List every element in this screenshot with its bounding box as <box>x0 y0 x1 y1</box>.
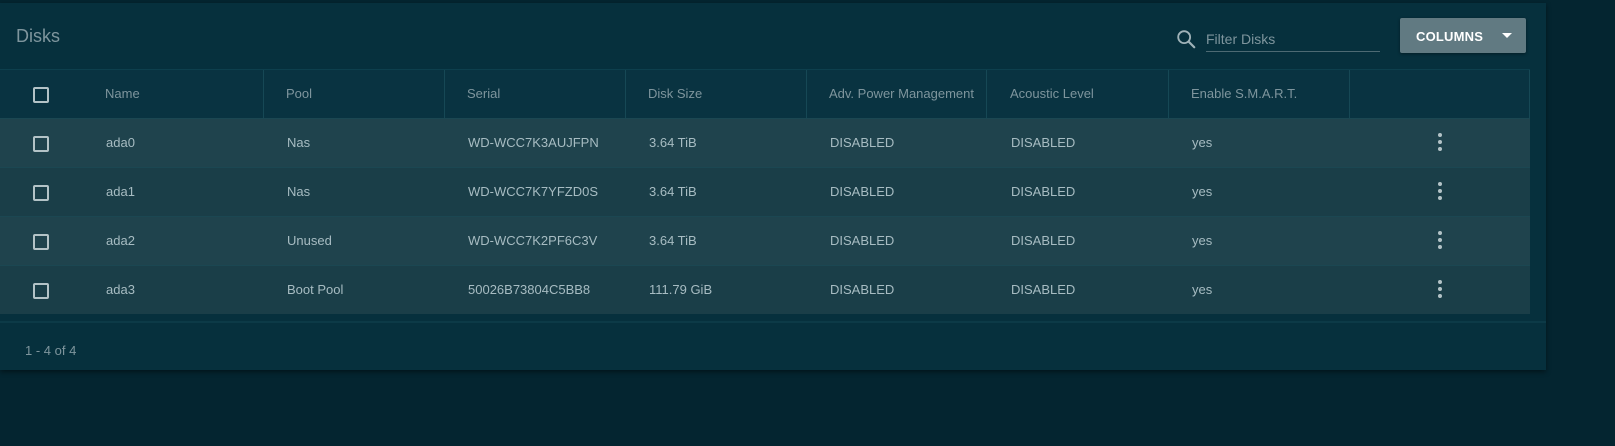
page-title: Disks <box>16 26 60 46</box>
cell-enable-smart: yes <box>1192 282 1213 297</box>
disks-card: Disks COLUMNS Name Pool Serial Disk Size… <box>0 3 1546 370</box>
cell-adv-power-management: DISABLED <box>830 135 895 150</box>
cell-disk-size: 3.64 TiB <box>649 135 697 150</box>
column-divider <box>1349 70 1350 118</box>
table-row[interactable]: ada3 Boot Pool 50026B73804C5BB8 111.79 G… <box>0 265 1530 314</box>
table-footer: 1 - 4 of 4 <box>0 321 1546 372</box>
cell-acoustic-level: DISABLED <box>1011 233 1076 248</box>
cell-adv-power-management: DISABLED <box>830 282 895 297</box>
column-divider <box>625 70 626 118</box>
column-divider <box>1529 70 1530 118</box>
column-header-pool[interactable]: Pool <box>286 70 312 118</box>
column-divider <box>986 70 987 118</box>
column-header-acoustic-level[interactable]: Acoustic Level <box>1010 70 1094 118</box>
table-header-row: Name Pool Serial Disk Size Adv. Power Ma… <box>0 69 1530 118</box>
table-row[interactable]: ada0 Nas WD-WCC7K3AUJFPN 3.64 TiB DISABL… <box>0 118 1530 167</box>
cell-disk-size: 3.64 TiB <box>649 184 697 199</box>
cell-pool: Boot Pool <box>287 282 344 297</box>
row-select-checkbox[interactable] <box>33 283 49 299</box>
cell-pool: Nas <box>287 135 311 150</box>
card-header: Disks COLUMNS <box>0 3 1546 69</box>
more-vertical-icon[interactable] <box>1434 182 1446 202</box>
columns-button[interactable]: COLUMNS <box>1400 18 1526 53</box>
select-all-checkbox[interactable] <box>33 87 49 103</box>
cell-acoustic-level: DISABLED <box>1011 282 1076 297</box>
more-vertical-icon[interactable] <box>1434 231 1446 251</box>
caret-down-icon <box>1502 33 1512 38</box>
cell-name: ada1 <box>106 184 135 199</box>
cell-adv-power-management: DISABLED <box>830 233 895 248</box>
column-divider <box>806 70 807 118</box>
cell-name: ada2 <box>106 233 135 248</box>
column-divider <box>1168 70 1169 118</box>
cell-disk-size: 3.64 TiB <box>649 233 697 248</box>
column-header-name[interactable]: Name <box>105 70 140 118</box>
column-divider <box>444 70 445 118</box>
cell-acoustic-level: DISABLED <box>1011 184 1076 199</box>
cell-serial: 50026B73804C5BB8 <box>468 282 591 297</box>
table-row[interactable]: ada2 Unused WD-WCC7K2PF6C3V 3.64 TiB DIS… <box>0 216 1530 265</box>
cell-serial: WD-WCC7K3AUJFPN <box>468 135 599 150</box>
row-select-checkbox[interactable] <box>33 136 49 152</box>
cell-disk-size: 111.79 GiB <box>649 282 713 297</box>
cell-name: ada0 <box>106 135 135 150</box>
disks-table: Name Pool Serial Disk Size Adv. Power Ma… <box>0 69 1530 314</box>
column-divider <box>263 70 264 118</box>
cell-enable-smart: yes <box>1192 184 1213 199</box>
column-header-enable-smart[interactable]: Enable S.M.A.R.T. <box>1191 70 1297 118</box>
cell-enable-smart: yes <box>1192 233 1213 248</box>
cell-serial: WD-WCC7K2PF6C3V <box>468 233 598 248</box>
more-vertical-icon[interactable] <box>1434 280 1446 300</box>
cell-adv-power-management: DISABLED <box>830 184 895 199</box>
row-select-checkbox[interactable] <box>33 185 49 201</box>
row-select-checkbox[interactable] <box>33 234 49 250</box>
search-icon[interactable] <box>1175 28 1197 50</box>
cell-acoustic-level: DISABLED <box>1011 135 1076 150</box>
column-header-adv-power-management[interactable]: Adv. Power Management <box>829 70 974 118</box>
cell-serial: WD-WCC7K7YFZD0S <box>468 184 599 199</box>
cell-pool: Nas <box>287 184 311 199</box>
more-vertical-icon[interactable] <box>1434 133 1446 153</box>
columns-button-label: COLUMNS <box>1416 29 1484 44</box>
cell-pool: Unused <box>287 233 332 248</box>
pagination-range: 1 - 4 of 4 <box>25 343 77 358</box>
column-header-serial[interactable]: Serial <box>467 70 500 118</box>
filter-disks-input[interactable] <box>1206 27 1380 52</box>
table-row[interactable]: ada1 Nas WD-WCC7K7YFZD0S 3.64 TiB DISABL… <box>0 167 1530 216</box>
column-header-disk-size[interactable]: Disk Size <box>648 70 702 118</box>
cell-name: ada3 <box>106 282 135 297</box>
cell-enable-smart: yes <box>1192 135 1213 150</box>
